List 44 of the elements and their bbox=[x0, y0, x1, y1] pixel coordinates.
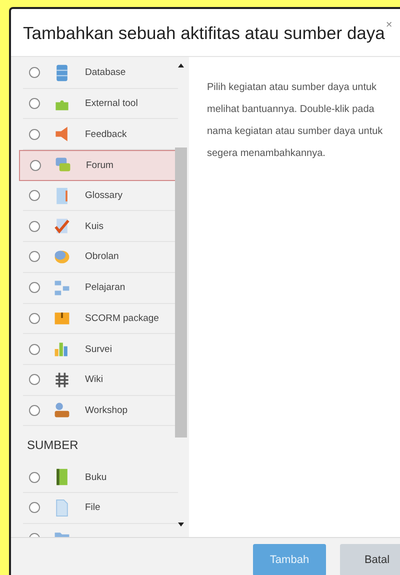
people-icon bbox=[53, 401, 71, 420]
flowchart-icon bbox=[53, 278, 71, 297]
activity-name: Wiki bbox=[85, 374, 103, 386]
grid-icon bbox=[53, 370, 71, 389]
radio-button[interactable] bbox=[29, 67, 40, 78]
radio-button[interactable] bbox=[29, 220, 40, 232]
chat-bubbles-icon bbox=[54, 156, 72, 174]
activity-name: Feedback bbox=[85, 128, 127, 140]
dialog-title: Tambahkan sebuah aktifitas atau sumber daya bbox=[23, 23, 385, 44]
activity-name: External tool bbox=[85, 98, 138, 110]
radio-button[interactable] bbox=[29, 282, 40, 294]
document-icon bbox=[53, 498, 71, 517]
activity-name: Survei bbox=[85, 344, 112, 355]
radio-button[interactable] bbox=[29, 190, 40, 202]
resource-item[interactable]: File bbox=[23, 492, 178, 524]
radio-button[interactable] bbox=[30, 160, 41, 171]
checkmark-icon bbox=[53, 217, 71, 236]
radio-button[interactable] bbox=[29, 98, 40, 110]
activity-item[interactable]: External tool bbox=[23, 88, 178, 120]
radio-button[interactable] bbox=[29, 404, 40, 416]
radio-button[interactable] bbox=[29, 472, 40, 483]
radio-button[interactable] bbox=[29, 128, 40, 140]
section-heading: SUMBER bbox=[26, 437, 80, 454]
resource-item[interactable]: Buku bbox=[23, 462, 178, 493]
cancel-button[interactable]: Batal bbox=[340, 544, 400, 575]
chat-bubble-icon bbox=[53, 248, 71, 266]
radio-button[interactable] bbox=[29, 344, 40, 355]
resource-name: File bbox=[85, 502, 100, 514]
activity-item[interactable]: Database bbox=[23, 58, 178, 89]
activity-name: SCORM package bbox=[85, 312, 159, 324]
activity-name: Obrolan bbox=[85, 251, 119, 262]
activity-name: Database bbox=[85, 67, 126, 78]
activity-name: Pelajaran bbox=[85, 282, 126, 294]
radio-button[interactable] bbox=[29, 502, 40, 514]
activity-name: Kuis bbox=[85, 220, 104, 232]
activity-name: Glossary bbox=[85, 190, 122, 202]
help-text: Pilih kegiatan atau sumber daya untuk melihat bantuannya. Double-klik pada nama kegiatan atau sumber daya untuk segera menambahkannya. bbox=[207, 81, 384, 161]
radio-button[interactable] bbox=[29, 374, 40, 386]
radio-button[interactable] bbox=[29, 251, 40, 262]
resource-name: Buku bbox=[85, 472, 107, 483]
close-button[interactable]: × bbox=[386, 20, 392, 31]
activity-name: Workshop bbox=[85, 404, 128, 416]
activity-name: Forum bbox=[86, 160, 114, 171]
radio-button[interactable] bbox=[29, 312, 40, 324]
